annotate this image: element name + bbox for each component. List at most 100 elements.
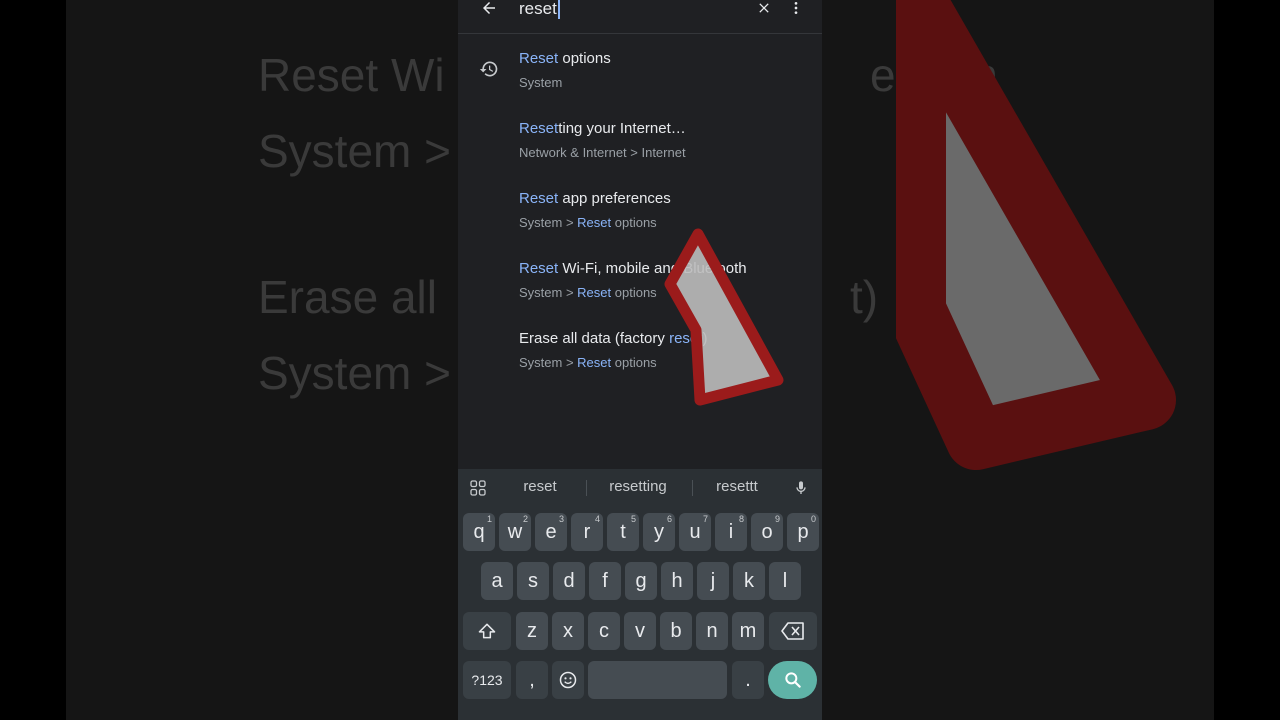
bg-text-system-1: System > (258, 125, 452, 177)
key-label: z (527, 619, 537, 642)
key-hint: 3 (558, 514, 564, 524)
key-g[interactable]: g (625, 562, 657, 600)
more-vert-icon (794, 2, 798, 14)
apps-grid-button[interactable] (466, 476, 490, 500)
key-label: n (706, 619, 718, 642)
result-reset-app-preferences[interactable]: Reset app preferences System > Reset opt… (519, 190, 671, 230)
key-label: i (728, 520, 734, 543)
key-d[interactable]: d (553, 562, 585, 600)
key-hint: 4 (594, 514, 600, 524)
key-f[interactable]: f (589, 562, 621, 600)
key-label: h (671, 569, 683, 592)
result-subtitle: Network & Internet > Internet (519, 145, 686, 160)
key-label: p (797, 520, 809, 543)
key-label: r (583, 520, 591, 543)
key-hint: 5 (630, 514, 636, 524)
key-v[interactable]: v (624, 612, 656, 650)
key-e[interactable]: e3 (535, 513, 567, 551)
suggestion-divider (692, 480, 693, 496)
voice-input-button[interactable] (790, 477, 812, 499)
shift-key[interactable] (463, 612, 511, 650)
key-w[interactable]: w2 (499, 513, 531, 551)
shift-icon (478, 623, 496, 639)
space-key[interactable] (588, 661, 727, 699)
key-y[interactable]: y6 (643, 513, 675, 551)
result-subtitle: System (519, 75, 563, 90)
key-t[interactable]: t5 (607, 513, 639, 551)
key-j[interactable]: j (697, 562, 729, 600)
key-label: c (599, 619, 609, 642)
key-x[interactable]: x (552, 612, 584, 650)
key-q[interactable]: q1 (463, 513, 495, 551)
bg-text-erase: Erase all (258, 271, 437, 323)
result-subtitle: System > Reset options (519, 355, 657, 370)
clear-button[interactable] (752, 0, 776, 19)
key-n[interactable]: n (696, 612, 728, 650)
key-label: e (545, 520, 557, 543)
search-input[interactable]: reset (519, 0, 560, 20)
key-o[interactable]: o9 (751, 513, 783, 551)
key-hint: 2 (522, 514, 528, 524)
suggestion-strip: reset resetting resettt (458, 469, 822, 507)
microphone-icon (796, 481, 806, 494)
apps-grid-icon (470, 480, 486, 496)
key-label: t (620, 520, 626, 543)
bg-arrow-graphic (896, 0, 1176, 470)
suggestion-2[interactable]: resetting (594, 478, 682, 495)
key-label: d (563, 569, 575, 592)
suggestion-1[interactable]: reset (500, 478, 580, 495)
key-s[interactable]: s (517, 562, 549, 600)
key-h[interactable]: h (661, 562, 693, 600)
phone-screen: reset Reset options System Resetting you… (458, 0, 822, 720)
result-reset-wifi-mobile-bluetooth[interactable]: Reset Wi-Fi, mobile and Bluetooth System… (519, 260, 747, 300)
key-label: b (670, 619, 682, 642)
result-subtitle: System > Reset options (519, 215, 657, 230)
result-resetting-internet[interactable]: Resetting your Internet… Network & Inter… (519, 120, 686, 160)
key-hint: 9 (774, 514, 780, 524)
key-label: y (654, 520, 664, 543)
key-label: l (782, 569, 788, 592)
period-key[interactable]: . (732, 661, 764, 699)
result-subtitle: System > Reset options (519, 285, 657, 300)
suggestion-divider (586, 480, 587, 496)
key-l[interactable]: l (769, 562, 801, 600)
result-reset-options[interactable]: Reset options System (519, 50, 611, 90)
key-c[interactable]: c (588, 612, 620, 650)
search-bar: reset (458, 0, 822, 34)
key-z[interactable]: z (516, 612, 548, 650)
key-hint: 8 (738, 514, 744, 524)
result-erase-all-data[interactable]: Erase all data (factory reset) System > … (519, 330, 707, 370)
search-action-key[interactable] (768, 661, 817, 699)
bg-text-system-2: System > (258, 347, 452, 399)
backspace-icon (781, 622, 804, 640)
key-hint: 1 (486, 514, 492, 524)
comma-key[interactable]: , (516, 661, 548, 699)
back-button[interactable] (476, 0, 502, 19)
key-p[interactable]: p0 (787, 513, 819, 551)
key-label: j (710, 569, 716, 592)
symbols-key[interactable]: ?123 (463, 661, 511, 699)
key-label: g (635, 569, 647, 592)
pointer-arrow-overlay (664, 228, 784, 406)
text-caret (557, 0, 560, 19)
key-hint: 6 (666, 514, 672, 524)
key-hint: 7 (702, 514, 708, 524)
key-r[interactable]: r4 (571, 513, 603, 551)
key-a[interactable]: a (481, 562, 513, 600)
overflow-menu-button[interactable] (784, 0, 808, 19)
key-b[interactable]: b (660, 612, 692, 650)
result-title: Reset app preferences (519, 190, 671, 207)
keyboard: reset resetting resettt q1w2e3r4t5y6u7i8… (458, 469, 822, 720)
key-i[interactable]: i8 (715, 513, 747, 551)
key-label: w (507, 520, 523, 543)
key-label: u (689, 520, 701, 543)
result-title: Reset Wi-Fi, mobile and Bluetooth (519, 260, 747, 277)
key-k[interactable]: k (733, 562, 765, 600)
backspace-key[interactable] (769, 612, 817, 650)
suggestion-3[interactable]: resettt (698, 478, 776, 495)
key-label: m (739, 619, 757, 642)
key-m[interactable]: m (732, 612, 764, 650)
key-label: x (563, 619, 573, 642)
emoji-key[interactable] (552, 661, 584, 699)
key-u[interactable]: u7 (679, 513, 711, 551)
